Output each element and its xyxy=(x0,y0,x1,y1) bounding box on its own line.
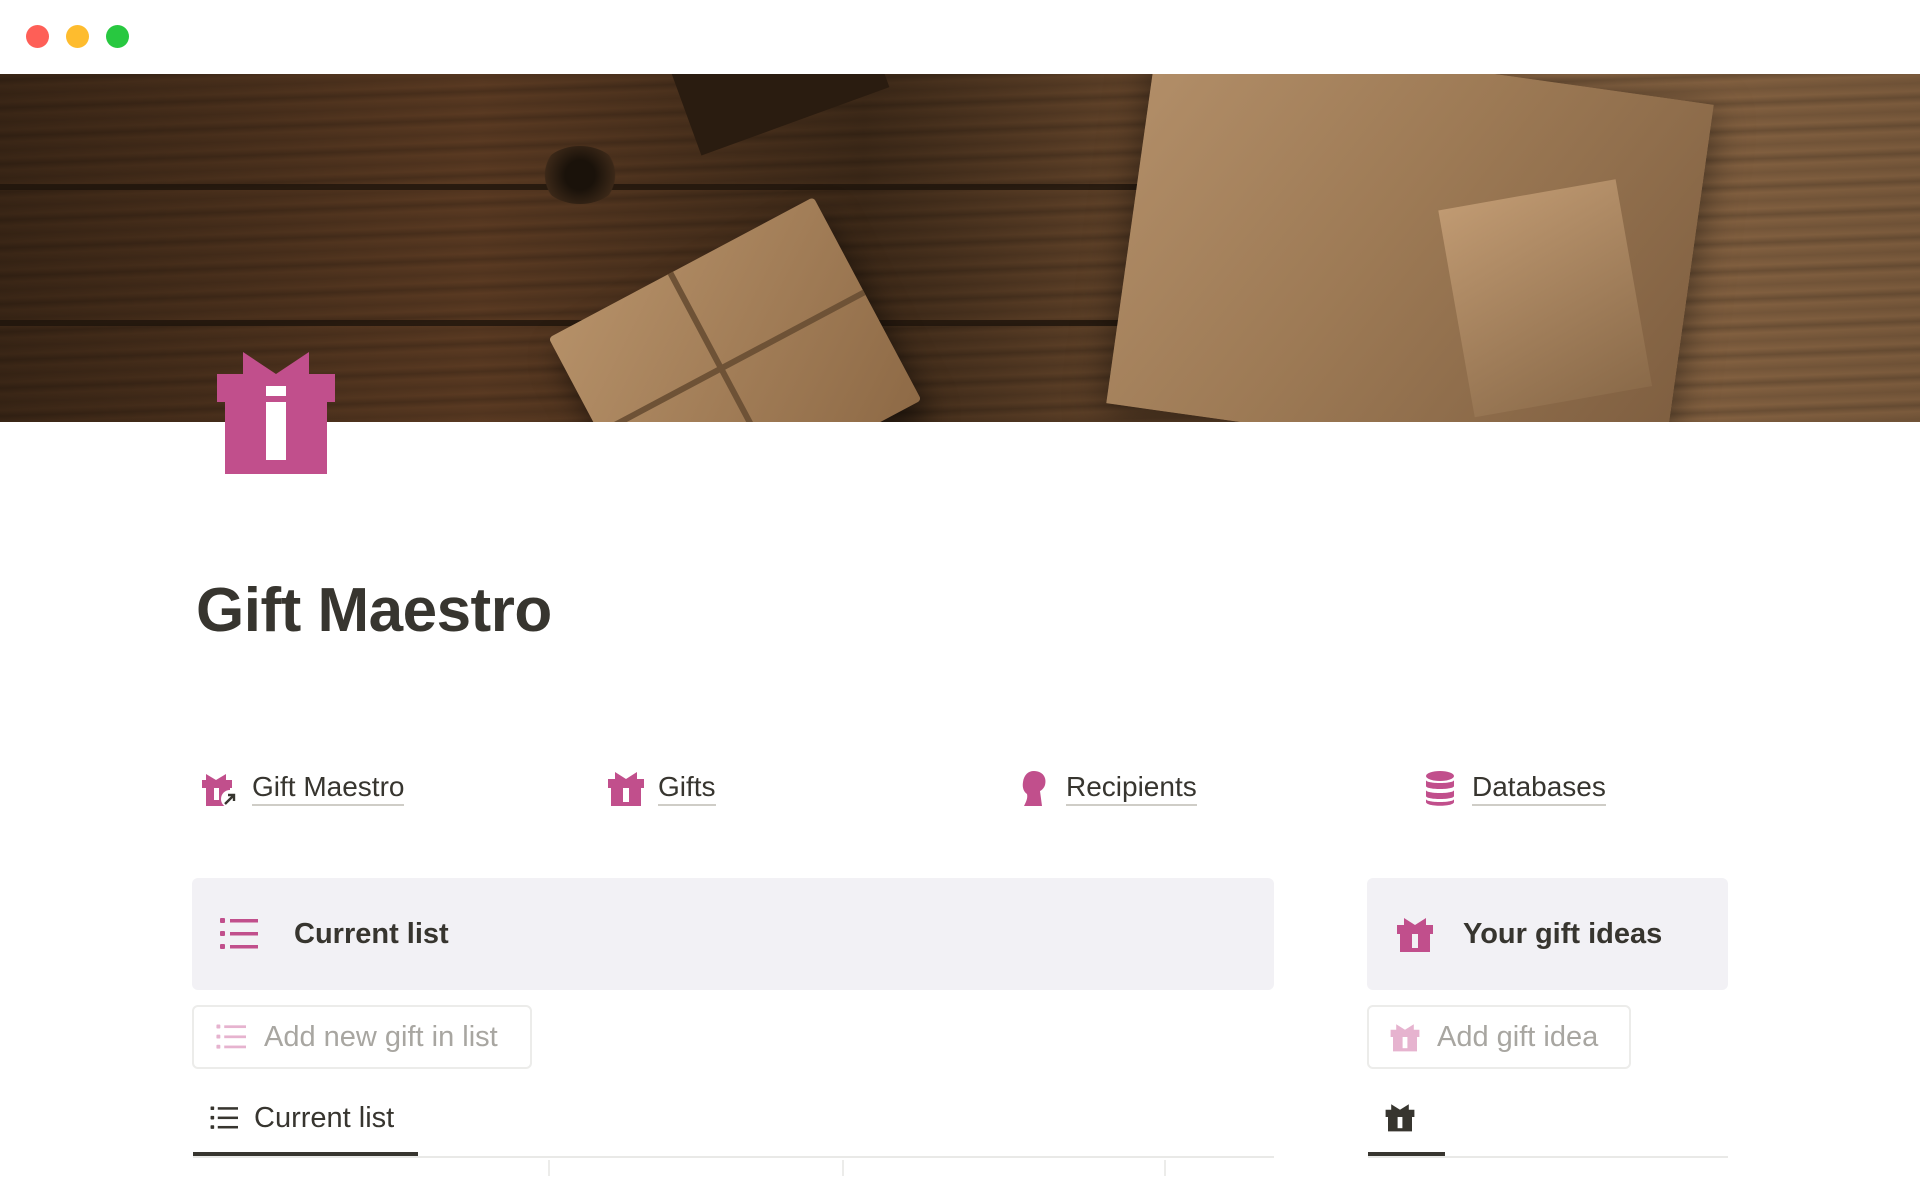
tab-gift-ideas[interactable] xyxy=(1384,1099,1416,1135)
current-list-callout: Current list xyxy=(192,878,1274,990)
column-separator xyxy=(548,1160,550,1176)
column-separator xyxy=(1164,1160,1166,1176)
close-window-button[interactable] xyxy=(26,25,49,48)
divider xyxy=(193,1156,1274,1158)
divider xyxy=(1368,1156,1728,1158)
button-label: Add new gift in list xyxy=(264,1020,498,1053)
page-title[interactable]: Gift Maestro xyxy=(196,575,552,646)
gift-icon xyxy=(1397,918,1433,952)
tab-current-list[interactable]: Current list xyxy=(210,1097,394,1139)
database-icon xyxy=(1426,771,1454,806)
gift-icon xyxy=(1390,1024,1420,1052)
link-label: Recipients xyxy=(1066,771,1197,806)
link-databases[interactable]: Databases xyxy=(1420,768,1606,808)
gift-icon[interactable] xyxy=(217,352,335,474)
gift-link-icon xyxy=(202,774,239,808)
person-head-icon xyxy=(1022,771,1046,806)
gift-icon xyxy=(1385,1104,1415,1132)
tab-label: Current list xyxy=(254,1101,395,1134)
minimize-window-button[interactable] xyxy=(66,25,89,48)
link-label: Gifts xyxy=(658,771,716,806)
link-label: Gift Maestro xyxy=(252,771,405,806)
window-titlebar xyxy=(0,0,1920,74)
column-separator xyxy=(842,1160,844,1176)
callout-title: Current list xyxy=(294,917,449,950)
gift-icon xyxy=(608,772,644,806)
callout-title: Your gift ideas xyxy=(1463,917,1663,950)
link-label: Databases xyxy=(1472,771,1606,806)
list-icon xyxy=(220,918,258,949)
link-gifts[interactable]: Gifts xyxy=(606,768,716,808)
add-new-gift-button[interactable]: Add new gift in list xyxy=(192,1005,532,1069)
link-recipients[interactable]: Recipients xyxy=(1014,768,1197,808)
gift-ideas-callout: Your gift ideas xyxy=(1367,878,1728,990)
maximize-window-button[interactable] xyxy=(106,25,129,48)
list-icon xyxy=(210,1106,238,1129)
add-gift-idea-button[interactable]: Add gift idea xyxy=(1367,1005,1631,1069)
button-label: Add gift idea xyxy=(1437,1020,1599,1053)
list-icon xyxy=(216,1024,246,1049)
link-gift-maestro[interactable]: Gift Maestro xyxy=(200,768,405,808)
